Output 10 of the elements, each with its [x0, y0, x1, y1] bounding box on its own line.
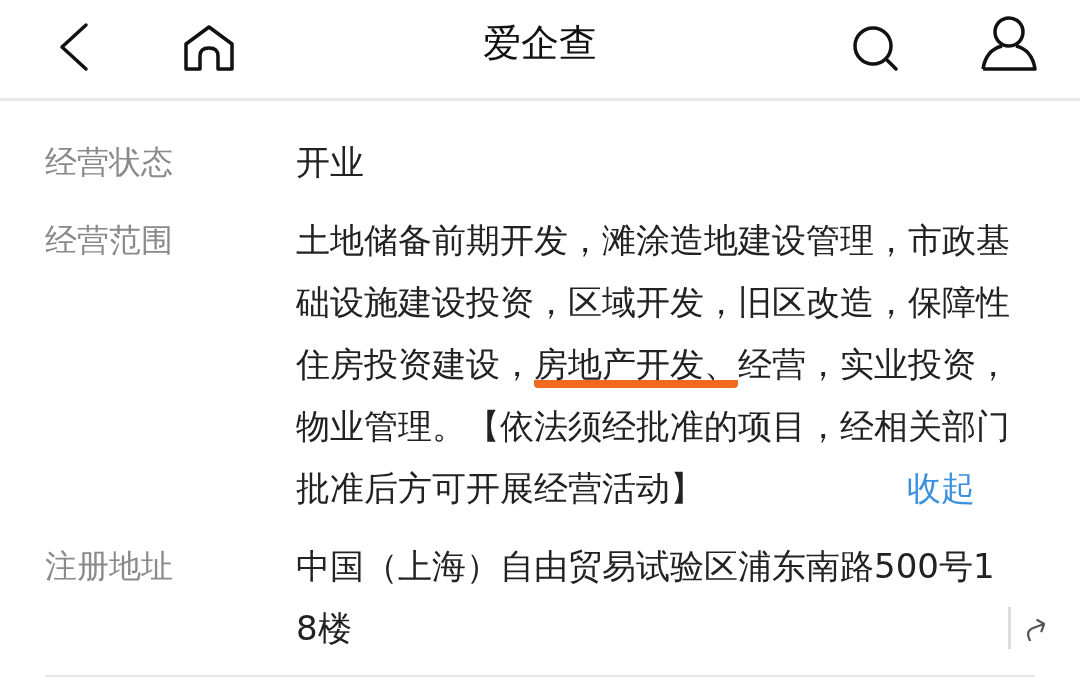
field-label: 注册地址 [45, 546, 174, 587]
home-icon[interactable] [183, 24, 235, 72]
collapse-link[interactable]: 收起 [907, 457, 975, 519]
field-value: 中国（上海）自由贸易试验区浦东南路500号18楼 [296, 545, 996, 650]
field-label: 经营状态 [45, 142, 174, 183]
field-label: 经营范围 [45, 220, 174, 261]
user-icon[interactable] [980, 14, 1038, 72]
back-icon[interactable] [58, 22, 90, 72]
app-title: 爱企查 [482, 20, 598, 67]
field-value: 开业 [296, 141, 365, 184]
